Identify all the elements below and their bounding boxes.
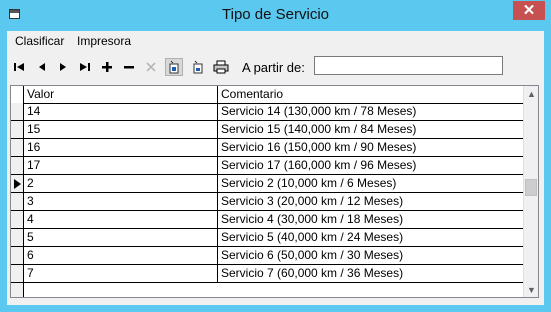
cell-valor[interactable]: 15 <box>24 121 218 138</box>
menu-clasificar[interactable]: Clasificar <box>15 34 64 48</box>
cell-comentario[interactable]: Servicio 3 (20,000 km / 12 Meses) <box>218 193 525 210</box>
add-record-button[interactable] <box>98 58 116 76</box>
prev-record-icon <box>39 63 45 71</box>
row-indicator[interactable] <box>11 265 24 282</box>
header-corner <box>11 86 24 103</box>
sort-icon <box>193 60 203 74</box>
toolbar: A partir de: <box>7 53 544 81</box>
next-record-icon <box>60 63 66 71</box>
cell-comentario[interactable]: Servicio 17 (160,000 km / 96 Meses) <box>218 157 525 174</box>
cell-comentario[interactable]: Servicio 4 (30,000 km / 18 Meses) <box>218 211 525 228</box>
data-grid[interactable]: Valor Comentario 14 Servicio 14 (130,000 … <box>10 85 539 298</box>
cut-button[interactable] <box>142 58 160 76</box>
cell-valor[interactable]: 16 <box>24 139 218 156</box>
delete-record-button[interactable] <box>120 58 138 76</box>
vertical-scrollbar[interactable]: ▲ ▼ <box>523 86 538 297</box>
table-row[interactable]: 14 Servicio 14 (130,000 km / 78 Meses) <box>11 103 525 121</box>
table-row[interactable]: 7 Servicio 7 (60,000 km / 36 Meses) <box>11 265 525 283</box>
cell-valor[interactable]: 3 <box>24 193 218 210</box>
row-indicator[interactable] <box>11 139 24 156</box>
window-title: Tipo de Servicio <box>222 6 329 23</box>
row-indicator[interactable] <box>11 229 24 246</box>
sort-button[interactable] <box>189 58 207 76</box>
menu-impresora[interactable]: Impresora <box>77 34 131 48</box>
next-record-button[interactable] <box>54 58 72 76</box>
cell-valor[interactable]: 14 <box>24 103 218 120</box>
cell-comentario[interactable]: Servicio 6 (50,000 km / 30 Meses) <box>218 247 525 264</box>
cut-icon <box>146 62 156 72</box>
first-record-icon <box>14 63 24 71</box>
table-row[interactable]: 2 Servicio 2 (10,000 km / 6 Meses) <box>11 175 525 193</box>
cell-valor[interactable]: 6 <box>24 247 218 264</box>
close-button[interactable]: ✕ <box>513 1 545 20</box>
scroll-up-icon[interactable]: ▲ <box>524 86 538 101</box>
row-indicator[interactable] <box>11 157 24 174</box>
table-row[interactable]: 6 Servicio 6 (50,000 km / 30 Meses) <box>11 247 525 265</box>
filter-icon <box>169 60 179 74</box>
row-indicator[interactable] <box>11 211 24 228</box>
row-indicator[interactable] <box>11 103 24 120</box>
column-header-valor[interactable]: Valor <box>24 86 218 103</box>
cell-valor[interactable]: 2 <box>24 175 218 192</box>
cell-comentario[interactable]: Servicio 14 (130,000 km / 78 Meses) <box>218 103 525 120</box>
cell-valor[interactable]: 7 <box>24 265 218 282</box>
apartir-input[interactable] <box>314 56 503 75</box>
title-bar: Tipo de Servicio ✕ <box>0 0 551 31</box>
last-record-icon <box>80 63 90 71</box>
cell-comentario[interactable]: Servicio 16 (150,000 km / 90 Meses) <box>218 139 525 156</box>
print-button[interactable] <box>212 58 230 76</box>
row-indicator[interactable] <box>11 121 24 138</box>
row-indicator[interactable] <box>11 175 24 192</box>
table-row[interactable]: 15 Servicio 15 (140,000 km / 84 Meses) <box>11 121 525 139</box>
table-row[interactable]: 17 Servicio 17 (160,000 km / 96 Meses) <box>11 157 525 175</box>
menu-bar: Clasificar Impresora <box>7 31 544 51</box>
table-row[interactable]: 5 Servicio 5 (40,000 km / 24 Meses) <box>11 229 525 247</box>
window: Tipo de Servicio ✕ Clasificar Impresora <box>0 0 551 312</box>
cell-valor[interactable]: 4 <box>24 211 218 228</box>
table-row[interactable]: 4 Servicio 4 (30,000 km / 18 Meses) <box>11 211 525 229</box>
current-row-arrow-icon <box>14 179 21 189</box>
table-row[interactable]: 3 Servicio 3 (20,000 km / 12 Meses) <box>11 193 525 211</box>
row-indicator[interactable] <box>11 193 24 210</box>
cell-comentario[interactable]: Servicio 2 (10,000 km / 6 Meses) <box>218 175 525 192</box>
row-indicator[interactable] <box>11 247 24 264</box>
filter-button[interactable] <box>165 58 183 76</box>
print-icon <box>213 60 229 74</box>
last-record-button[interactable] <box>76 58 94 76</box>
cell-valor[interactable]: 17 <box>24 157 218 174</box>
delete-record-icon <box>124 66 134 69</box>
apartir-label: A partir de: <box>242 60 305 75</box>
scroll-thumb[interactable] <box>525 179 537 196</box>
client-area: Clasificar Impresora A partir de: Valor … <box>7 31 544 305</box>
scroll-down-icon[interactable]: ▼ <box>524 282 538 297</box>
grid-header: Valor Comentario <box>11 86 525 104</box>
cell-comentario[interactable]: Servicio 5 (40,000 km / 24 Meses) <box>218 229 525 246</box>
cell-valor[interactable]: 5 <box>24 229 218 246</box>
cell-comentario[interactable]: Servicio 7 (60,000 km / 36 Meses) <box>218 265 525 282</box>
add-record-icon <box>102 62 112 72</box>
prev-record-button[interactable] <box>33 58 51 76</box>
table-row[interactable]: 16 Servicio 16 (150,000 km / 90 Meses) <box>11 139 525 157</box>
first-record-button[interactable] <box>10 58 28 76</box>
cell-comentario[interactable]: Servicio 15 (140,000 km / 84 Meses) <box>218 121 525 138</box>
grid-rows: 14 Servicio 14 (130,000 km / 78 Meses) 15 S… <box>11 103 525 283</box>
column-header-comentario[interactable]: Comentario <box>218 86 525 103</box>
